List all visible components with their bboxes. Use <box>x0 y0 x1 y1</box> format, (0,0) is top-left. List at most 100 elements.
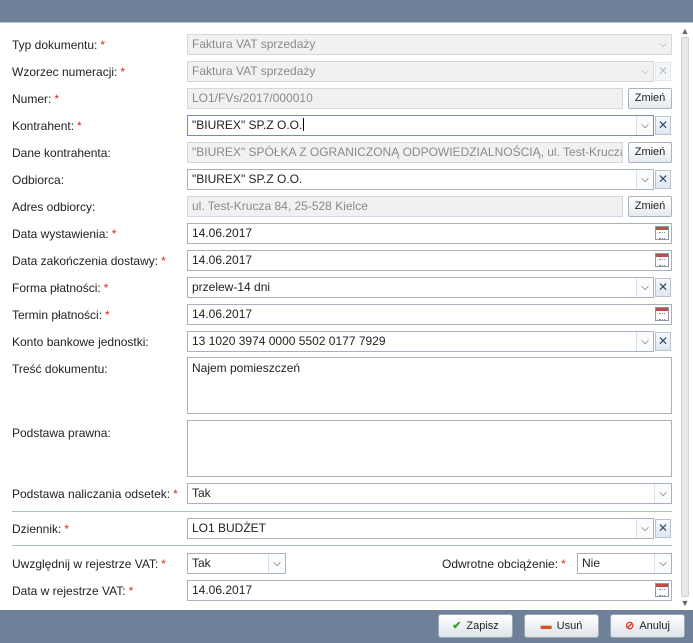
zmien-numer-button[interactable]: Zmień <box>628 88 672 109</box>
label-text: Data w rejestrze VAT: <box>12 584 126 598</box>
adres-odbiorcy-field: ul. Test-Krucza 84, 25-528 Kielce <box>187 196 623 217</box>
forma-platnosci-label: Forma płatności: * <box>12 281 108 295</box>
typ-dokumentu-value: Faktura VAT sprzedaży <box>192 37 316 51</box>
chevron-down-icon[interactable]: ⌵ <box>637 62 653 81</box>
separator <box>12 511 672 512</box>
wzorzec-value: Faktura VAT sprzedaży <box>192 64 316 78</box>
podstawa-prawna-textarea[interactable] <box>187 420 672 477</box>
calendar-icon[interactable] <box>655 307 669 321</box>
chevron-down-icon[interactable]: ⌵ <box>636 332 653 351</box>
cancel-button[interactable]: ⊘ Anuluj <box>610 614 685 638</box>
label-text: Forma płatności: <box>12 281 101 295</box>
clear-icon[interactable]: ✕ <box>655 170 671 189</box>
clear-icon[interactable]: ✕ <box>655 519 671 538</box>
label-text: Uwzględnij w rejestrze VAT: <box>12 557 159 571</box>
dziennik-value: LO1 BUDŻET <box>192 521 267 535</box>
required-mark: * <box>100 38 106 52</box>
chevron-down-icon[interactable]: ⌵ <box>654 484 671 503</box>
uwzglednij-vat-value: Tak <box>192 556 211 570</box>
required-mark: * <box>64 522 70 536</box>
odbiorca-value: "BIUREX" SP.Z O.O. <box>192 172 303 186</box>
calendar-icon[interactable] <box>655 226 669 240</box>
podstawa-odsetek-label: Podstawa naliczania odsetek: * <box>12 487 178 501</box>
konto-bankowe-label: Konto bankowe jednostki: <box>12 335 149 349</box>
numer-field: LO1/FVs/2017/000010 <box>187 88 623 109</box>
data-zakonczenia-input[interactable]: 14.06.2017 <box>187 250 672 271</box>
label-text: Kontrahent: <box>12 119 75 133</box>
cancel-label: Anuluj <box>639 620 670 632</box>
chevron-down-icon[interactable]: ⌵ <box>654 554 671 573</box>
data-zakonczenia-value: 14.06.2017 <box>192 253 253 267</box>
forma-platnosci-select[interactable]: przelew-14 dni ⌵ <box>187 277 654 298</box>
kontrahent-input[interactable]: "BIUREX" SP.Z O.O. ⌵ <box>187 115 654 136</box>
clear-icon[interactable]: ✕ <box>655 62 671 81</box>
label-text: Podstawa naliczania odsetek: <box>12 487 171 501</box>
label-text: Odwrotne obciążenie: <box>442 557 559 571</box>
dane-kontrahenta-field: "BIUREX" SPÓŁKA Z OGRANICZONĄ ODPOWIEDZI… <box>187 142 623 163</box>
adres-odbiorcy-label: Adres odbiorcy: <box>12 200 95 214</box>
label-text: Termin płatności: <box>12 308 103 322</box>
podstawa-odsetek-select[interactable]: Tak ⌵ <box>187 483 672 504</box>
required-mark: * <box>561 557 566 571</box>
vertical-scrollbar[interactable]: ▲ ▼ <box>677 23 693 610</box>
required-mark: * <box>161 557 166 571</box>
termin-platnosci-input[interactable]: 14.06.2017 <box>187 304 672 325</box>
cancel-icon: ⊘ <box>625 620 635 632</box>
adres-odbiorcy-value: ul. Test-Krucza 84, 25-528 Kielce <box>192 199 368 213</box>
data-rejestr-vat-label: Data w rejestrze VAT: * <box>12 584 133 598</box>
label-text: Adres odbiorcy: <box>12 200 96 214</box>
data-wystawienia-input[interactable]: 14.06.2017 <box>187 223 672 244</box>
chevron-down-icon[interactable]: ⌵ <box>636 170 653 189</box>
save-label: Zapisz <box>466 620 499 632</box>
odwrotne-value: Nie <box>582 556 601 570</box>
data-rejestr-vat-value: 14.06.2017 <box>192 583 253 597</box>
calendar-icon[interactable] <box>655 583 669 597</box>
scroll-thumb[interactable] <box>681 37 689 597</box>
zmien-adres-button[interactable]: Zmień <box>628 196 672 217</box>
uwzglednij-vat-select[interactable]: Tak ⌵ <box>187 553 286 574</box>
podstawa-odsetek-value: Tak <box>192 486 211 500</box>
clear-icon[interactable]: ✕ <box>655 332 671 351</box>
chevron-down-icon[interactable]: ⌵ <box>655 35 671 54</box>
odwrotne-select[interactable]: Nie ⌵ <box>577 553 672 574</box>
typ-dokumentu-select[interactable]: Faktura VAT sprzedaży ⌵ <box>187 34 672 55</box>
numer-label: Numer: * <box>12 92 59 106</box>
uwzglednij-vat-label: Uwzględnij w rejestrze VAT: * <box>12 557 166 571</box>
save-button[interactable]: ✔ Zapisz <box>438 614 513 638</box>
label-text: Data zakończenia dostawy: <box>12 254 159 268</box>
delete-button[interactable]: ▬ Usuń <box>524 614 599 638</box>
label-text: Konto bankowe jednostki: <box>12 335 149 349</box>
forma-platnosci-value: przelew-14 dni <box>192 280 271 294</box>
document-dialog: Typ dokumentu: * Faktura VAT sprzedaży ⌵ … <box>0 22 693 610</box>
kontrahent-value: "BIUREX" SP.Z O.O. <box>192 118 303 132</box>
chevron-down-icon[interactable]: ⌵ <box>268 554 285 573</box>
label-text: Dziennik: <box>12 522 62 536</box>
label-text: Wzorzec numeracji: <box>12 65 118 79</box>
dziennik-select[interactable]: LO1 BUDŻET ⌵ <box>187 518 654 539</box>
chevron-down-icon[interactable]: ⌵ <box>636 116 653 135</box>
clear-icon[interactable]: ✕ <box>655 278 671 297</box>
scroll-up-icon[interactable]: ▲ <box>680 26 690 36</box>
data-zakonczenia-label: Data zakończenia dostawy: * <box>12 254 166 268</box>
konto-bankowe-select[interactable]: 13 1020 3974 0000 5502 0177 7929 ⌵ <box>187 331 654 352</box>
label-text: Podstawa prawna: <box>12 426 111 440</box>
chevron-down-icon[interactable]: ⌵ <box>636 278 653 297</box>
clear-icon[interactable]: ✕ <box>655 116 671 135</box>
label-text: Odbiorca: <box>12 173 65 187</box>
required-mark: * <box>54 92 60 106</box>
zmien-dane-button[interactable]: Zmień <box>628 142 672 163</box>
wzorzec-select[interactable]: Faktura VAT sprzedaży ⌵ <box>187 61 654 82</box>
calendar-icon[interactable] <box>655 253 669 267</box>
dialog-footer: ✔ Zapisz ▬ Usuń ⊘ Anuluj <box>0 609 693 643</box>
chevron-down-icon[interactable]: ⌵ <box>636 519 653 538</box>
required-mark: * <box>105 308 110 322</box>
data-rejestr-vat-input[interactable]: 14.06.2017 <box>187 580 672 601</box>
dane-kontrahenta-label: Dane kontrahenta: <box>12 146 111 160</box>
minus-icon: ▬ <box>540 620 552 632</box>
required-mark: * <box>173 487 178 501</box>
tresc-textarea[interactable]: Najem pomieszczeń <box>187 357 672 414</box>
odbiorca-input[interactable]: "BIUREX" SP.Z O.O. ⌵ <box>187 169 654 190</box>
label-text: Treść dokumentu: <box>12 362 108 376</box>
scroll-down-icon[interactable]: ▼ <box>680 598 690 608</box>
numer-value: LO1/FVs/2017/000010 <box>192 91 313 105</box>
